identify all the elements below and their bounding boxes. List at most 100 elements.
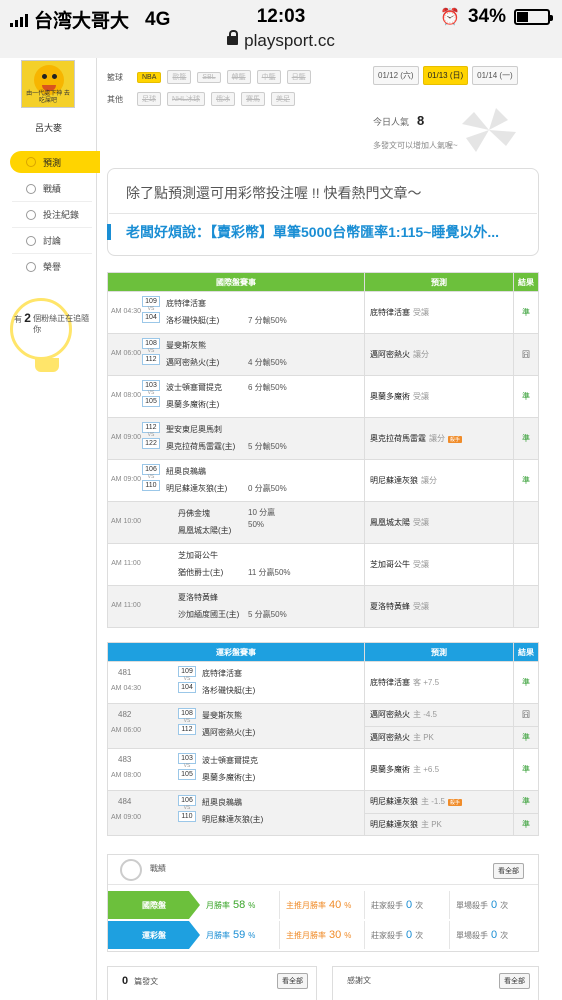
- match-info: AM 06:00 108 VS 112 曼斐斯灰熊 邁阿密熱火(主) 4 分輸50%: [108, 334, 364, 375]
- team-b-name[interactable]: 鳳凰城太陽(主): [178, 525, 231, 536]
- pick-type: 讓分: [429, 434, 445, 443]
- team-a-name[interactable]: 紐奧良鵜鶘: [166, 466, 206, 477]
- match-info: AM 10:00 丹佛金塊 鳳凰城太陽(主) 10 分贏 50%: [108, 502, 364, 543]
- tag-nba[interactable]: NBA: [137, 71, 162, 83]
- team-a-name[interactable]: 丹佛金塊: [178, 508, 210, 519]
- team-b-name[interactable]: 沙加緬度國王(主): [178, 609, 239, 620]
- date-prev[interactable]: 01/12 (六): [373, 66, 419, 85]
- team-numbers: 103 VS 105: [142, 380, 160, 407]
- table-row[interactable]: 483 AM 08:00 103 VS 105 波士頓塞爾提克 奧蘭多魔術(主) 奧蘭多魔術主…: [107, 748, 539, 791]
- stat-value: 30: [329, 929, 342, 941]
- banner-hot-article-link[interactable]: 老闆好煩說：【賣彩幣】單筆5000台幣匯率1:115~睡覺以外...: [126, 222, 499, 242]
- sidebar-item-label: 戰績: [43, 184, 62, 194]
- see-all-record-button[interactable]: 看全部: [493, 863, 524, 879]
- follower-prefix: 有: [14, 315, 22, 324]
- team-b-name[interactable]: 邁阿密熱火(主): [166, 357, 219, 368]
- team-a-name[interactable]: 曼斐斯灰熊: [166, 340, 206, 351]
- sidebar-item-honor[interactable]: 榮譽: [10, 254, 100, 279]
- table-row[interactable]: AM 11:00 芝加哥公牛 猶他爵士(主) 11 分贏50% 芝加哥公牛 受讓: [107, 543, 539, 586]
- team-b-name[interactable]: 邁阿密熱火(主): [202, 727, 255, 738]
- team-b-name[interactable]: 洛杉磯快艇(主): [166, 315, 219, 326]
- sidebar-item-record[interactable]: 戰績: [10, 176, 100, 201]
- see-all-posts-button[interactable]: 看全部: [277, 973, 308, 989]
- tag-korea-basketball[interactable]: 韓籃: [226, 70, 251, 84]
- result-cell: [513, 501, 539, 544]
- status-bar: 台湾大哥大 4G 12:03 ⏰ 34% playsport.cc: [0, 0, 562, 58]
- team-b-name[interactable]: 奧克拉荷馬雷霆(主): [166, 441, 235, 452]
- sidebar-item-bet-history[interactable]: 投注紀錄: [10, 202, 100, 227]
- team-b-name[interactable]: 明尼蘇達灰狼(主): [202, 814, 263, 825]
- team-b-name[interactable]: 奧蘭多魔術(主): [166, 399, 219, 410]
- stat-value: 58: [233, 899, 246, 911]
- handicap: 6 分輸50%: [248, 383, 287, 392]
- table-row[interactable]: AM 06:00 108 VS 112 曼斐斯灰熊 邁阿密熱火(主) 4 分輸50% 邁阿密熱…: [107, 333, 539, 376]
- stat-label: 單場殺手: [456, 900, 488, 910]
- pick-type: 主 -1.5: [421, 797, 446, 807]
- match-cell: AM 11:00 芝加哥公牛 猶他爵士(主) 11 分贏50%: [107, 543, 365, 586]
- table-row[interactable]: AM 09:00 106 VS 110 紐奧良鵜鶘 明尼蘇達灰狼(主) 0 分贏50% 明尼蘇…: [107, 459, 539, 502]
- team-a-name[interactable]: 波士頓塞爾提克: [202, 755, 258, 766]
- team-a-name[interactable]: 紐奧良鵜鶘: [202, 797, 242, 808]
- table-row[interactable]: AM 11:00 夏洛特黃蜂 沙加緬度國王(主) 5 分贏50% 夏洛特黃蜂 受讓: [107, 585, 539, 628]
- pick-type: 讓分: [421, 476, 437, 485]
- avatar[interactable]: 由一代處下神 去吃屎吧: [21, 60, 75, 108]
- banner-promo-text[interactable]: 除了點預測還可用彩幣投注喔 !! 快看熱門文章～: [126, 183, 422, 203]
- tag-japan-basketball[interactable]: 日籃: [286, 70, 311, 84]
- date-current[interactable]: 01/13 (日): [422, 66, 469, 85]
- team-b-name[interactable]: 明尼蘇達灰狼(主): [166, 483, 227, 494]
- table-row[interactable]: AM 09:00 112 VS 122 聖安東尼奧馬刺 奧克拉荷馬雷霆(主) 5 分輸50%…: [107, 417, 539, 460]
- sidebar-item-discussion[interactable]: 討論: [10, 228, 100, 253]
- match-info: AM 09:00 106 VS 110 紐奧良鵜鶘 明尼蘇達灰狼(主) 0 分贏50%: [108, 460, 364, 501]
- tag-soccer[interactable]: 足球: [137, 92, 161, 106]
- tag-sbl[interactable]: SBL: [197, 71, 221, 83]
- table-row[interactable]: 484 AM 09:00 106 VS 110 紐奧良鵜鶘 明尼蘇達灰狼(主) 明尼蘇達灰狼主…: [107, 790, 539, 836]
- address-bar[interactable]: playsport.cc: [0, 30, 562, 51]
- follower-count[interactable]: 有 2 個粉絲正在追隨你: [14, 312, 89, 335]
- prediction-cell: 芝加哥公牛 受讓: [364, 543, 514, 586]
- team-a-name[interactable]: 底特律活塞: [166, 298, 206, 309]
- tag-russia-hockey[interactable]: 俄冰: [211, 92, 236, 106]
- team-b-name[interactable]: 猶他爵士(主): [178, 567, 223, 578]
- result-cell: [513, 585, 539, 628]
- pick-type: 讓分: [413, 350, 429, 359]
- team-a-name[interactable]: 波士頓塞爾提克: [166, 382, 222, 393]
- sidebar-item-predict[interactable]: 預測: [10, 151, 100, 173]
- battery-icon: [514, 9, 553, 25]
- table-row[interactable]: 482 AM 06:00 108 VS 112 曼斐斯灰熊 邁阿密熱火(主) 邁阿密熱火主 -…: [107, 703, 539, 749]
- result-cell: 準: [513, 790, 539, 814]
- pick-type: 受讓: [413, 392, 429, 401]
- table-row[interactable]: AM 04:30 109 VS 104 底特律活塞 洛杉磯快艇(主) 7 分輸50% 底特律活…: [107, 291, 539, 334]
- username[interactable]: 呂大麥: [0, 121, 97, 134]
- tag-american-football[interactable]: 美足: [271, 92, 296, 106]
- prediction-cell: 底特律活塞客 +7.5: [364, 661, 514, 704]
- pick-team: 明尼蘇達灰狼: [370, 797, 418, 807]
- match-info: AM 11:00 芝加哥公牛 猶他爵士(主) 11 分贏50%: [108, 544, 364, 585]
- team-numbers: 103 VS 105: [178, 753, 196, 780]
- stat-value: 0: [491, 929, 498, 941]
- team-b-name[interactable]: 奧蘭多魔術(主): [202, 772, 255, 783]
- table-row[interactable]: AM 10:00 丹佛金塊 鳳凰城太陽(主) 10 分贏 50% 鳳凰城太陽 受讓: [107, 501, 539, 544]
- see-all-thanks-button[interactable]: 看全部: [499, 973, 530, 989]
- result-cell: [513, 543, 539, 586]
- team-a-name[interactable]: 夏洛特黃蜂: [178, 592, 218, 603]
- team-a-name[interactable]: 底特律活塞: [202, 668, 242, 679]
- table-row[interactable]: 481 AM 04:30 109 VS 104 底特律活塞 洛杉磯快艇(主) 底特律活塞客 +…: [107, 661, 539, 704]
- date-next[interactable]: 01/14 (一): [472, 66, 518, 85]
- tag-nhl[interactable]: NHL冰球: [167, 92, 206, 106]
- match-time: AM 08:00: [111, 772, 141, 779]
- stat-value: 0: [406, 929, 413, 941]
- match-cell: AM 04:30 109 VS 104 底特律活塞 洛杉磯快艇(主) 7 分輸50%: [107, 291, 365, 334]
- result-cell: 準: [513, 812, 539, 836]
- stat-label: 莊家殺手: [371, 930, 403, 940]
- match-cell: 482 AM 06:00 108 VS 112 曼斐斯灰熊 邁阿密熱火(主): [107, 703, 365, 749]
- team-b-name[interactable]: 洛杉磯快艇(主): [202, 685, 255, 696]
- team-a-name[interactable]: 聖安東尼奧馬刺: [166, 424, 222, 435]
- team-a-name[interactable]: 芝加哥公牛: [178, 550, 218, 561]
- team-a-name[interactable]: 曼斐斯灰熊: [202, 710, 242, 721]
- tag-china-basketball[interactable]: 中籃: [256, 70, 281, 84]
- tag-euro-basketball[interactable]: 歐籃: [167, 70, 192, 84]
- table-row[interactable]: AM 08:00 103 VS 105 波士頓塞爾提克 奧蘭多魔術(主) 6 分輸50% 奧蘭…: [107, 375, 539, 418]
- stat-unit: %: [248, 930, 256, 940]
- tag-horse-racing[interactable]: 賽馬: [241, 92, 266, 106]
- sidebar-item-label: 討論: [43, 236, 62, 246]
